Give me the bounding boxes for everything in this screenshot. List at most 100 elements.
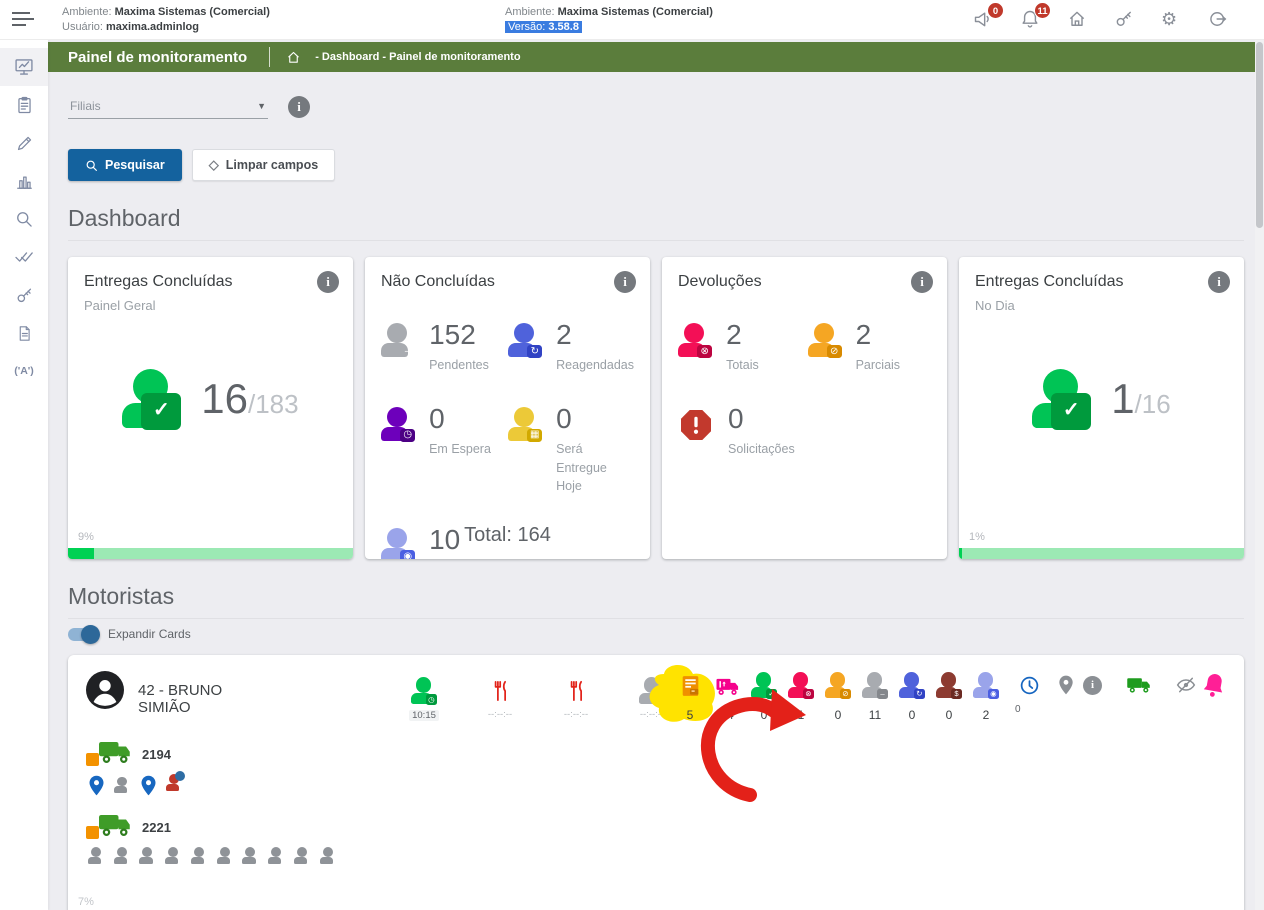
menu-icon[interactable]	[12, 12, 34, 28]
user-label: Usuário:	[62, 21, 103, 33]
vehicle-truck-icon[interactable]	[1125, 671, 1152, 699]
sidebar-item-tasks[interactable]	[0, 238, 48, 276]
antenna-icon: ('A')	[14, 365, 34, 377]
driver-percent-label: 7%	[78, 896, 94, 908]
sidebar-item-edit[interactable]	[0, 124, 48, 162]
counter-payments[interactable]: $ 0	[935, 671, 963, 722]
hide-eye-icon[interactable]	[1175, 671, 1197, 699]
sidebar-item-monitor[interactable]	[0, 48, 48, 86]
passenger-icon	[88, 847, 105, 864]
sidebar-item-reports[interactable]	[0, 162, 48, 200]
card-entregas-concluidas-dia: Entregas Concluídas No Dia i ✓ 1/16 1%	[959, 257, 1244, 559]
driver-card: 42 - BRUNO SIMIÃO ◷ 10:15 --:--:-- --:--…	[68, 655, 1244, 910]
card-nao-concluidas: Não Concluídas i ‒ 152 Pendentes ↻ 2 Reage…	[365, 257, 650, 559]
toggle-label: Expandir Cards	[108, 627, 191, 641]
person-waiting-icon: ◷	[381, 406, 416, 442]
stat-solicitacoes: 0 Solicitações	[678, 404, 802, 459]
dashboard-heading: Dashboard	[68, 205, 181, 231]
delivered-count: 16	[201, 375, 248, 423]
card-title: Não Concluídas	[381, 273, 495, 290]
card-devolucoes: Devoluções i ⊗ 2 Totais ⊘ 2 Parciais 0 S…	[662, 257, 947, 559]
key-icon[interactable]	[1114, 9, 1134, 29]
logout-icon[interactable]	[1208, 9, 1228, 29]
filiais-info-icon[interactable]: i	[288, 95, 310, 118]
counter-checkin[interactable]: ◉ 2	[972, 671, 1000, 722]
truck-package-icon	[86, 812, 132, 842]
page-title: Painel de monitoramento	[68, 48, 248, 66]
counter-returned-total[interactable]: ⊗ 1	[787, 671, 815, 722]
counter-pending[interactable]: ‒ 11	[861, 671, 889, 722]
page-titlebar: Painel de monitoramento - Dashboard - Pa…	[48, 42, 1264, 72]
notifications-icon[interactable]: 11	[1020, 2, 1051, 29]
checkin-lunch-start[interactable]: --:--:--	[476, 677, 524, 723]
sidebar-item-broadcast[interactable]: ('A')	[0, 352, 48, 390]
sidebar-item-tools[interactable]	[0, 276, 48, 314]
person-clock-green-icon: ◷	[410, 677, 438, 705]
card-entregas-concluidas-geral: Entregas Concluídas Painel Geral i ✓ 16/…	[68, 257, 353, 559]
map-pin-icon[interactable]	[88, 775, 105, 796]
settings-gear-icon[interactable]: ⚙	[1161, 9, 1181, 29]
counter-returned-partial[interactable]: ⊘ 0	[824, 671, 852, 722]
announcements-badge: 0	[987, 2, 1004, 19]
person-check-icon: ✓	[122, 369, 182, 430]
vehicle-block: 2221	[86, 812, 1226, 864]
checkin-start[interactable]: ◷ 10:15	[400, 677, 448, 723]
counter-concluded[interactable]: ✓ 0	[750, 671, 778, 722]
divider	[68, 240, 1244, 241]
environment-info-center: Ambiente: Maxima Sistemas (Comercial) Ve…	[505, 6, 713, 33]
filiais-select[interactable]: ▼	[68, 94, 268, 119]
notification-bell-icon[interactable]	[1202, 671, 1226, 699]
percent-label: 9%	[78, 531, 94, 543]
counter-time[interactable]: 0	[1015, 671, 1043, 715]
restaurant-icon	[494, 680, 507, 702]
counter-rescheduled[interactable]: ↻ 0	[898, 671, 926, 722]
scrollbar-track[interactable]	[1255, 40, 1264, 910]
filiais-input[interactable]	[70, 99, 230, 113]
card-title: Entregas Concluídas	[84, 273, 233, 290]
driver-counters: 5 14 ✓ 0 ⊗ 1 ⊘ 0 ‒ 11 ↻ 0 $ 0 ◉ 2 0 i	[649, 664, 1226, 722]
truck-magenta-icon	[716, 678, 739, 695]
pesquisar-button[interactable]: Pesquisar	[68, 149, 182, 181]
truck-package-icon	[86, 739, 132, 769]
env-label: Ambiente:	[62, 6, 112, 18]
passenger-icon	[319, 847, 337, 864]
map-pin-icon[interactable]	[140, 775, 157, 796]
passenger-icon	[114, 776, 131, 794]
document-icon	[19, 325, 30, 341]
limpar-campos-button[interactable]: ◇ Limpar campos	[191, 149, 336, 181]
card-total: Total: 164	[464, 524, 551, 546]
driver-info-icon[interactable]: i	[1083, 671, 1102, 699]
env-value: Maxima Sistemas (Comercial)	[114, 6, 270, 18]
home-icon[interactable]	[1067, 9, 1087, 29]
scrollbar-thumb[interactable]	[1256, 42, 1263, 228]
double-check-icon	[14, 252, 33, 262]
stat-sera-entregue: ▦ 0 Será Entregue Hoje	[508, 404, 634, 496]
counter-in-route-truck[interactable]: 14	[713, 671, 741, 722]
counter-invoices[interactable]: 5	[649, 664, 715, 722]
passenger-icon	[242, 847, 259, 864]
breadcrumb: - Dashboard - Painel de monitoramento	[315, 51, 521, 63]
person-alert-icon	[165, 771, 186, 796]
sidebar-item-clipboard[interactable]	[0, 86, 48, 124]
monitor-chart-icon	[15, 59, 33, 75]
titlebar-divider	[269, 47, 271, 67]
breadcrumb-home-icon[interactable]	[286, 50, 301, 65]
pencil-icon	[17, 136, 31, 150]
clear-icon: ◇	[208, 157, 219, 172]
sidebar-item-document[interactable]	[0, 314, 48, 352]
checkin-lunch-end[interactable]: --:--:--	[552, 677, 600, 723]
sidebar-item-search[interactable]	[0, 200, 48, 238]
info-icon[interactable]: i	[317, 271, 339, 293]
announcements-icon[interactable]: 0	[973, 2, 1004, 29]
info-icon[interactable]: i	[614, 271, 636, 293]
map-pin-icon[interactable]	[1058, 671, 1074, 699]
driver-avatar	[86, 671, 124, 709]
info-icon[interactable]: i	[911, 271, 933, 293]
topbar: Ambiente: Maxima Sistemas (Comercial) Us…	[0, 0, 1264, 40]
expandir-cards-toggle[interactable]	[68, 624, 100, 644]
delivered-total: /16	[1134, 389, 1171, 420]
stat-em-espera: ◷ 0 Em Espera	[381, 404, 502, 496]
info-icon[interactable]: i	[1208, 271, 1230, 293]
progress-bar	[68, 548, 353, 559]
vehicle-block: 2194	[86, 739, 1226, 796]
